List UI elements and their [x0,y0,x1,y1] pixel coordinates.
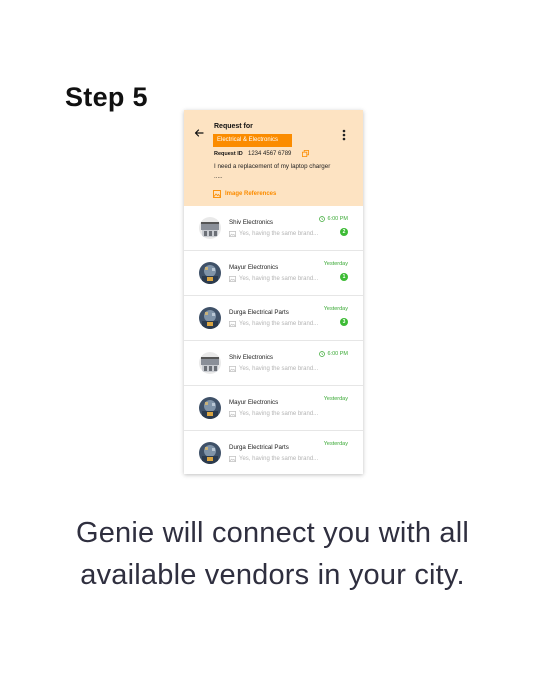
phone-screen: Request for Electrical & Electronics Req… [184,110,363,474]
vendor-avatar [199,262,221,284]
time-text: Yesterday [323,441,348,447]
request-id-label: Request ID [214,151,243,157]
vendor-avatar [199,397,221,419]
back-arrow-icon[interactable] [194,128,204,138]
request-description: I need a replacement of my laptop charge… [214,163,331,180]
image-icon [229,276,236,282]
vendor-name: Durga Electrical Parts [229,444,289,451]
vendor-row[interactable]: Shiv Electronics Yes, having the same bra… [184,341,363,386]
time-text: 6:00 PM [327,351,348,357]
vendor-name: Shiv Electronics [229,219,274,226]
request-title: Request for [214,123,253,130]
last-message: Yes, having the same brand... [229,321,318,327]
last-message-text: Yes, having the same brand... [239,276,319,282]
copy-icon[interactable] [302,150,309,157]
last-message: Yes, having the same brand... [229,456,318,462]
image-icon [229,231,236,237]
vendor-row[interactable]: Mayur Electronics Yes, having the same br… [184,386,363,431]
unread-badge: 3 [340,318,348,326]
request-id-value: 1234 4567 6789 [248,151,292,157]
time-text: Yesterday [323,261,348,267]
image-icon [229,321,236,327]
message-time: 6:00 PM [318,216,348,222]
category-tag: Electrical & Electronics [213,134,292,147]
vendor-name: Shiv Electronics [229,354,274,361]
vendor-name: Durga Electrical Parts [229,309,289,316]
caption-line-1: Genie will connect you with all [75,517,470,549]
vendor-avatar [199,307,221,329]
last-message-text: Yes, having the same brand... [239,411,319,417]
image-icon [229,456,236,462]
last-message: Yes, having the same brand... [229,366,318,372]
image-references-label: Image References [225,190,277,197]
vendor-avatar [199,217,221,239]
image-references-link[interactable]: Image References [213,189,276,198]
vendor-row[interactable]: Durga Electrical Parts Yes, having the sa… [184,296,363,341]
message-time: Yesterday [324,261,348,267]
vendor-row[interactable]: Mayur Electronics Yes, having the same br… [184,251,363,296]
unread-badge: 1 [340,273,348,281]
vendor-name: Mayur Electronics [229,399,279,406]
vendor-avatar [199,442,221,464]
image-icon [213,189,221,198]
last-message: Yes, having the same brand... [229,276,318,282]
last-message-text: Yes, having the same brand... [239,231,319,237]
more-options-icon[interactable] [341,129,347,141]
clock-icon [318,351,325,357]
time-text: 6:00 PM [327,216,348,222]
caption: Genie will connect you with all availabl… [0,512,545,596]
step-title: Step 5 [65,82,148,112]
request-header: Request for Electrical & Electronics Req… [184,110,363,206]
message-time: Yesterday [324,396,348,402]
last-message-text: Yes, having the same brand... [239,456,319,462]
time-text: Yesterday [323,396,348,402]
last-message-text: Yes, having the same brand... [239,321,319,327]
time-text: Yesterday [323,306,348,312]
message-time: Yesterday [324,306,348,312]
vendor-row[interactable]: Durga Electrical Parts Yes, having the sa… [184,431,363,474]
clock-icon [318,216,325,222]
vendor-avatar [199,352,221,374]
vendor-name: Mayur Electronics [229,264,279,271]
last-message-text: Yes, having the same brand... [239,366,319,372]
message-time: 6:00 PM [318,351,348,357]
unread-badge: 2 [340,228,348,236]
last-message: Yes, having the same brand... [229,411,318,417]
message-time: Yesterday [324,441,348,447]
image-icon [229,366,236,372]
caption-line-2: available vendors in your city. [80,559,465,591]
vendor-list: Shiv Electronics Yes, having the same bra… [184,206,363,474]
last-message: Yes, having the same brand... [229,231,318,237]
image-icon [229,411,236,417]
vendor-row[interactable]: Shiv Electronics Yes, having the same bra… [184,206,363,251]
